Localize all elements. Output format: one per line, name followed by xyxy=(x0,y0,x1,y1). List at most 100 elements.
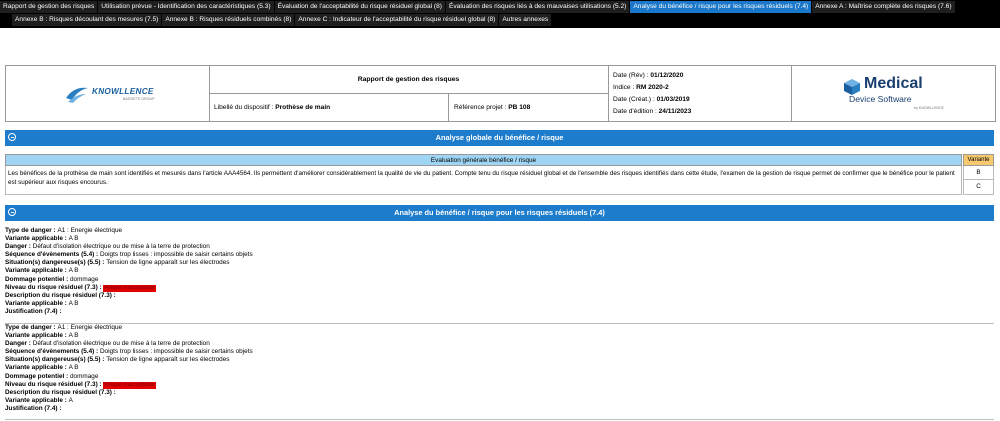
entry-situation: Situation(s) dangereuse(s) (5.5) : Tensi… xyxy=(5,356,994,364)
ref-label-text: Référence projet : xyxy=(454,104,509,111)
tab-row-2: Annexe B : Risques découlant des mesures… xyxy=(12,14,552,27)
value: A B xyxy=(68,235,79,243)
indice-label: Indice : xyxy=(613,84,637,91)
header-dates: Date (Rév) : 01/12/2020 Indice : RM 2020… xyxy=(608,66,792,121)
date-edition-value: 24/11/2023 xyxy=(658,108,692,115)
date-rev: Date (Rév) : 01/12/2020 xyxy=(613,72,683,79)
entry-variant: Variante applicable : A B xyxy=(5,267,994,275)
label: Dommage potentiel : xyxy=(5,275,70,283)
logo-medical: Medical xyxy=(864,75,923,92)
section-residual-title: Analyse du bénéfice / risque pour les ri… xyxy=(394,208,605,217)
label: Séquence d'évènements (5.4) : xyxy=(5,348,100,356)
tab-bar: Rapport de gestion des risques Utilisati… xyxy=(0,0,1000,28)
value: Doigts trop lisses : impossible de saisi… xyxy=(99,251,253,259)
value: A xyxy=(68,396,73,404)
value: Doigts trop lisses : impossible de saisi… xyxy=(99,348,253,356)
section-global-title: Analyse globale du bénéfice / risque xyxy=(435,133,564,142)
value: A B xyxy=(68,332,79,340)
entry-type: Type de danger : A1 : Energie électrique xyxy=(5,227,994,235)
entry-description: Description du risque résiduel (7.3) : xyxy=(5,389,994,397)
entry-risk-level: Niveau du risque résiduel (7.3) : Risque… xyxy=(5,381,994,389)
ref-value: PB 108 xyxy=(508,104,531,111)
value: Défaut d'isolation électrique ou de mise… xyxy=(32,340,210,348)
tab-benefice-risque[interactable]: Analyse du bénéfice / risque pour les ri… xyxy=(630,1,812,13)
label: Séquence d'évènements (5.4) : xyxy=(5,251,100,259)
label: Dommage potentiel : xyxy=(5,372,70,380)
value: Défaut d'isolation électrique ou de mise… xyxy=(32,243,210,251)
value: Tension de ligne apparaît sur les électr… xyxy=(106,356,230,364)
date-rev-label: Date (Rév) : xyxy=(613,72,651,79)
device-value: Prothèse de main xyxy=(275,104,331,111)
collapse-icon[interactable] xyxy=(8,133,16,141)
logo-by: by KNOWLLENCE xyxy=(914,106,944,110)
tab-rapport[interactable]: Rapport de gestion des risques xyxy=(0,1,98,13)
variant-cell-c: C xyxy=(963,180,994,195)
tab-acceptabilite-global[interactable]: Évaluation de l'acceptabilité du risque … xyxy=(274,1,445,13)
label: Justification (7.4) : xyxy=(5,404,62,412)
header-middle: Rapport de gestion des risques Libellé d… xyxy=(209,66,609,121)
section-residual-header[interactable]: Analyse du bénéfice / risque pour les ri… xyxy=(5,205,994,221)
tab-row-1: Rapport de gestion des risques Utilisati… xyxy=(0,1,956,14)
value: A1 : Energie électrique xyxy=(57,227,123,234)
risk-level-badge: Risque inacceptable xyxy=(103,284,156,292)
entry-divider xyxy=(5,419,994,420)
collapse-icon[interactable] xyxy=(8,208,16,216)
date-creat: Date (Créat.) : 01/03/2019 xyxy=(613,96,690,103)
entry-damage: Dommage potentiel : dommage xyxy=(5,276,994,284)
label: Variante applicable : xyxy=(5,332,69,340)
entry-damage: Dommage potentiel : dommage xyxy=(5,373,994,381)
evaluation-table: Evaluation générale bénéfice / risque Va… xyxy=(5,154,994,195)
label: Variante applicable : xyxy=(5,267,69,275)
eval-column-header: Evaluation générale bénéfice / risque xyxy=(5,154,962,166)
device-label-text: Libellé du dispositif : xyxy=(214,104,276,111)
label: Situation(s) dangereuse(s) (5.5) : xyxy=(5,356,107,364)
label: Variante applicable : xyxy=(5,364,69,372)
entry-justification: Justification (7.4) : xyxy=(5,405,994,413)
label: Justification (7.4) : xyxy=(5,307,62,315)
value: A1 : Energie électrique xyxy=(57,324,123,331)
knowllence-logo-sub: BASSETTI GROUP xyxy=(123,97,155,101)
variant-cell-b: B xyxy=(963,166,994,180)
entry-variant: Variante applicable : A B xyxy=(5,300,994,308)
report-title: Rapport de gestion des risques xyxy=(209,66,608,94)
entry-variant: Variante applicable : A B xyxy=(5,364,994,372)
entry-risk-level: Niveau du risque résiduel (7.3) : Risque… xyxy=(5,284,994,292)
date-creat-value: 01/03/2019 xyxy=(656,96,690,103)
date-edition: Date d'édition : 24/11/2023 xyxy=(613,108,691,115)
label: Variante applicable : xyxy=(5,396,69,404)
tab-annexe-a[interactable]: Annexe A : Maîtrise complète des risques… xyxy=(812,1,955,13)
section-global-header[interactable]: Analyse globale du bénéfice / risque xyxy=(5,130,994,146)
label: Variante applicable : xyxy=(5,299,69,307)
entry-variant: Variante applicable : A B xyxy=(5,332,994,340)
risk-level-badge: Risque inacceptable xyxy=(103,381,156,389)
knowllence-logo-icon xyxy=(66,87,88,103)
logo-device-software: Device Software xyxy=(849,94,912,104)
label: Variante applicable : xyxy=(5,235,69,243)
tab-annexe-b-mesures[interactable]: Annexe B : Risques découlant des mesures… xyxy=(12,14,162,26)
medical-device-software-logo: Medical Device Software by KNOWLLENCE xyxy=(791,66,995,121)
value: A B xyxy=(68,299,79,307)
risk-entry: Type de danger : A1 : Energie électrique… xyxy=(5,324,994,413)
tab-annexe-c[interactable]: Annexe C : Indicateur de l'acceptabilité… xyxy=(295,14,499,26)
variant-column-header: Variante xyxy=(963,154,994,166)
entry-danger: Danger : Défaut d'isolation électrique o… xyxy=(5,243,994,251)
label: Description du risque résiduel (7.3) : xyxy=(5,388,116,396)
label: Niveau du risque résiduel (7.3) : xyxy=(5,380,104,388)
date-rev-value: 01/12/2020 xyxy=(650,72,684,79)
value: dommage xyxy=(69,372,99,380)
label: Type de danger : xyxy=(5,324,58,331)
label: Danger : xyxy=(5,340,33,348)
device-label: Libellé du dispositif : Prothèse de main xyxy=(209,94,449,121)
label: Type de danger : xyxy=(5,227,58,234)
tab-autres-annexes[interactable]: Autres annexes xyxy=(499,14,552,26)
tab-mauvaises-utilisations[interactable]: Évaluation des risques liés à des mauvai… xyxy=(445,1,630,13)
entry-variant: Variante applicable : A xyxy=(5,397,994,405)
date-edition-label: Date d'édition : xyxy=(613,108,659,115)
risk-entry: Type de danger : A1 : Energie électrique… xyxy=(5,227,994,316)
indice-value: RM 2020-2 xyxy=(636,84,669,91)
entry-sequence: Séquence d'évènements (5.4) : Doigts tro… xyxy=(5,348,994,356)
report-header: KNOWLLENCE BASSETTI GROUP Rapport de ges… xyxy=(5,65,996,122)
project-ref: Référence projet : PB 108 xyxy=(449,94,608,121)
tab-annexe-b-combines[interactable]: Annexe B : Risques résiduels combinés (8… xyxy=(162,14,295,26)
tab-utilisation-prevue[interactable]: Utilisation prévue - Identification des … xyxy=(98,1,274,13)
